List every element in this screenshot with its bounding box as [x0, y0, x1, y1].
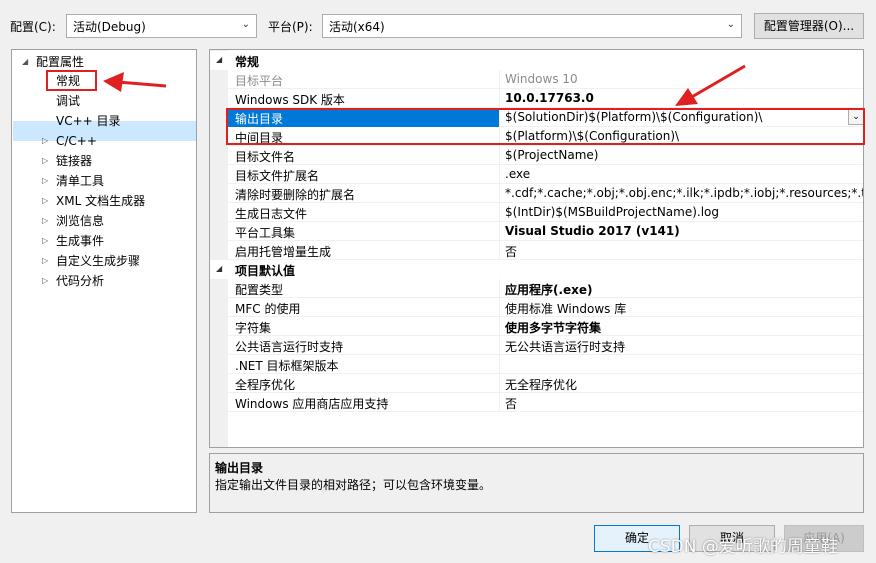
- annotation-arrows: [103, 64, 746, 106]
- arrow-line: [117, 80, 167, 88]
- arrow-line: [689, 64, 746, 100]
- watermark: CSDN @爱听歌的周童鞋: [648, 537, 838, 557]
- arrow-head-icon: [103, 72, 124, 92]
